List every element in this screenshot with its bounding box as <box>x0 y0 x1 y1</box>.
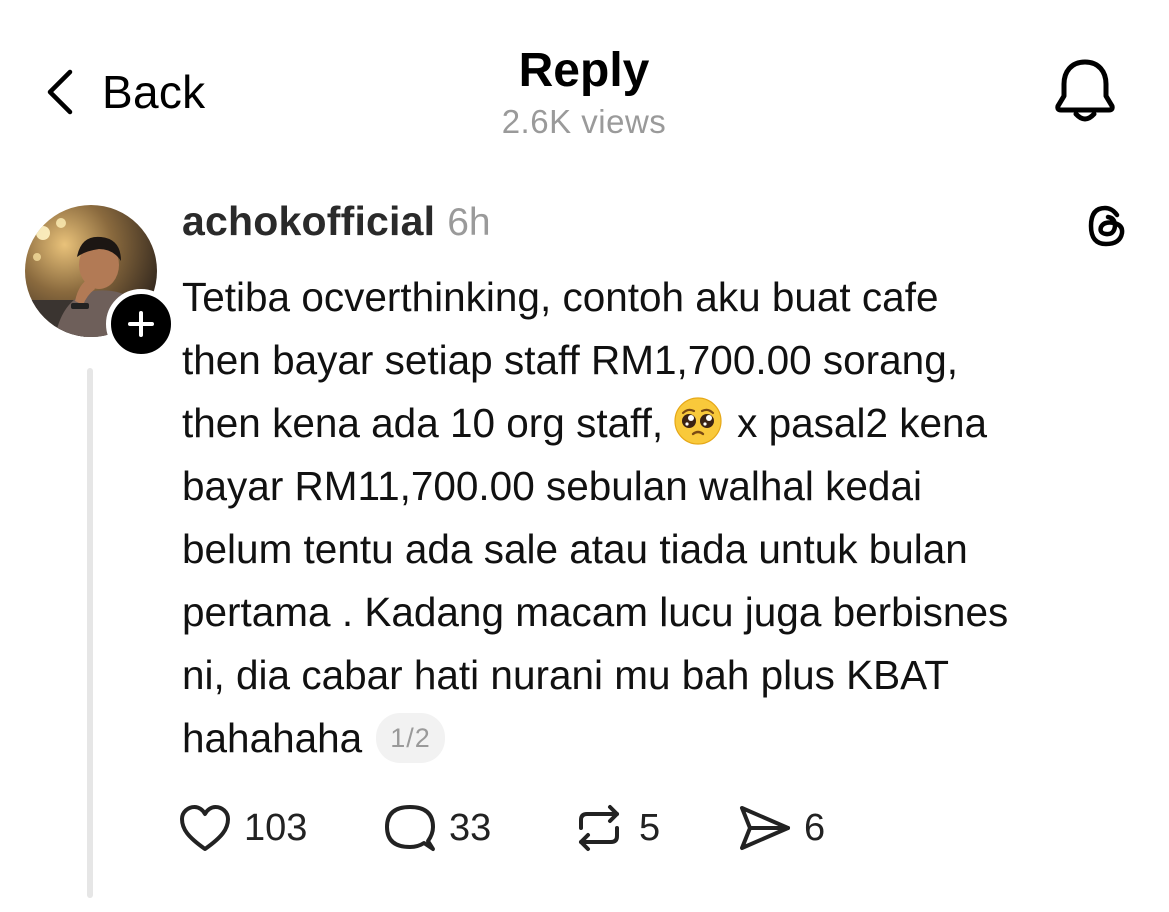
post-text-line: then kena ada 10 org staff, x pasal2 ken… <box>182 392 1142 455</box>
repost-icon <box>579 805 619 851</box>
comment-count: 33 <box>449 806 492 849</box>
chevron-left-icon <box>47 69 73 115</box>
comment-icon <box>385 805 435 851</box>
post-body: Tetiba ocverthinking, contoh aku buat ca… <box>182 266 1142 770</box>
repost-count: 5 <box>639 806 661 849</box>
heart-icon <box>180 805 230 851</box>
page-indicator: 1/2 <box>376 713 445 763</box>
plus-icon <box>128 311 154 337</box>
action-bar: 103 33 5 6 <box>178 798 825 858</box>
post-text-segment: x pasal2 kena <box>737 400 988 446</box>
post-text-line: bayar RM11,700.00 sebulan walhal kedai <box>182 463 922 509</box>
share-count: 6 <box>804 806 826 849</box>
like-count: 103 <box>244 806 308 849</box>
send-icon <box>740 806 790 850</box>
repost-button[interactable]: 5 <box>571 802 736 854</box>
post-text-line: Tetiba ocverthinking, contoh aku buat ca… <box>182 274 939 320</box>
thread-line <box>87 368 93 898</box>
username[interactable]: achokofficial <box>182 198 435 245</box>
threads-logo-icon <box>1088 205 1125 247</box>
like-button[interactable]: 103 <box>178 803 383 853</box>
post-text-line: pertama . Kadang macam lucu juga berbisn… <box>182 589 1009 635</box>
comment-button[interactable]: 33 <box>383 801 571 855</box>
share-button[interactable]: 6 <box>736 802 825 854</box>
follow-button[interactable] <box>106 289 176 359</box>
post-text-segment: then kena ada 10 org staff, <box>182 400 664 446</box>
view-count: 2.6K views <box>501 103 667 140</box>
pleading-face-emoji <box>674 397 722 445</box>
notifications-button[interactable] <box>1052 56 1118 131</box>
post-text-segment: hahahaha <box>182 715 363 761</box>
back-label: Back <box>102 66 206 118</box>
bell-icon <box>1055 59 1115 122</box>
timestamp: 6h <box>447 201 491 244</box>
post-text-line: ni, dia cabar hati nurani mu bah plus KB… <box>182 652 949 698</box>
header-title-block: Reply 2.6K views <box>384 40 784 142</box>
page-title: Reply <box>518 44 650 97</box>
post-text-line: then bayar setiap staff RM1,700.00 soran… <box>182 337 958 383</box>
post-text-line: belum tentu ada sale atau tiada untuk bu… <box>182 526 968 572</box>
post-text-line: hahahaha 1/2 <box>182 707 1142 770</box>
threads-logo-button[interactable] <box>1084 203 1130 254</box>
post-header: achokofficial 6h <box>182 198 491 252</box>
back-button[interactable]: Back <box>44 62 205 122</box>
